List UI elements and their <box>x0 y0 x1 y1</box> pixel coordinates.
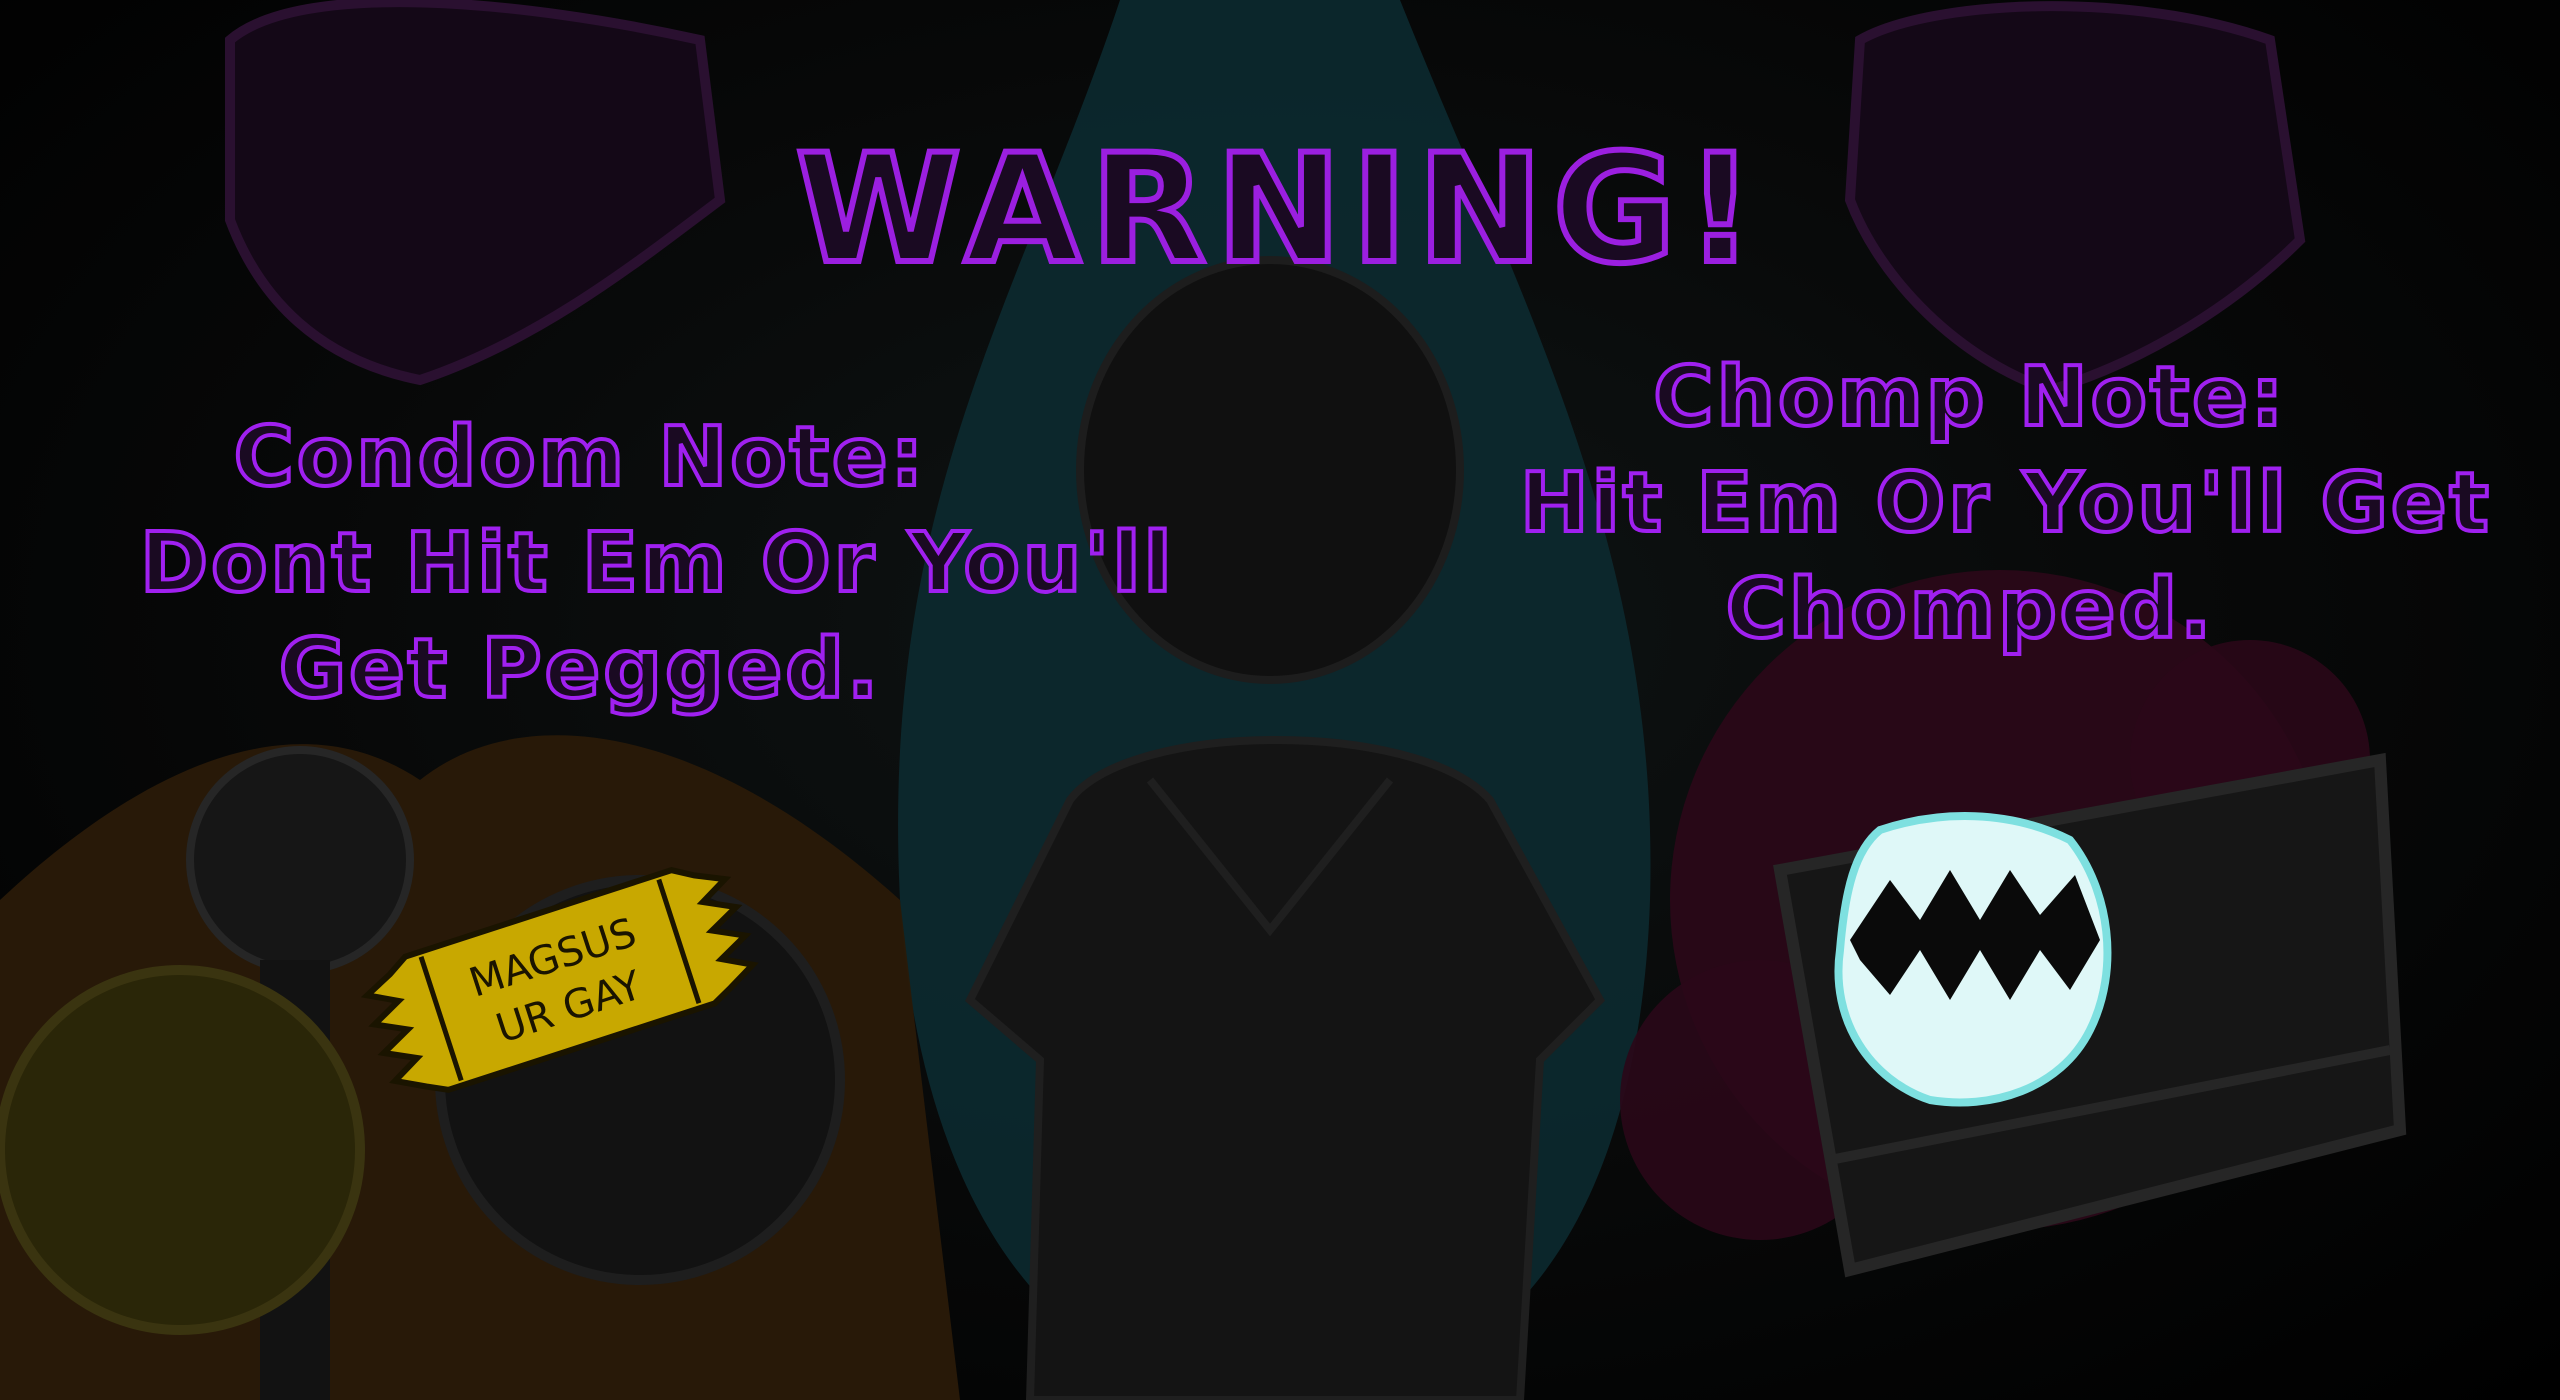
chomp-note-text: Chomp Note: Hit Em Or You'll Get Chomped… <box>1518 345 2492 663</box>
condom-note-line-3: Get Pegged. <box>277 620 882 719</box>
yellow-ball-shape <box>0 965 365 1335</box>
condom-note-heading: Condom Note: <box>232 408 927 507</box>
chomp-note-line-3: Chomped. <box>1724 560 2215 659</box>
chomp-note-line-2: Hit Em Or You'll Get <box>1518 454 2492 553</box>
figure-head-shape <box>1076 256 1464 684</box>
warning-screen: WARNING! Condom Note: Dont Hit Em Or You… <box>0 0 2560 1400</box>
condom-note-icon: MAGSUS UR GAY <box>360 867 759 1093</box>
chomp-teeth-icon <box>1834 812 2112 1107</box>
chomp-note-heading: Chomp Note: <box>1651 348 2287 447</box>
condom-note-line-2: Dont Hit Em Or You'll <box>138 514 1175 613</box>
warning-title: WARNING! <box>793 123 1765 297</box>
condom-note-text: Condom Note: Dont Hit Em Or You'll Get P… <box>138 405 1175 723</box>
figure-body-shape <box>965 736 1605 1400</box>
